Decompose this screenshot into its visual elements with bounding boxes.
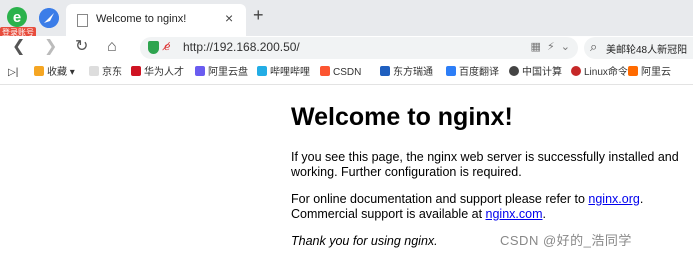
bookmark-item[interactable]: 阿里云盘 <box>195 66 248 80</box>
intro-paragraph: If you see this page, the nginx web serv… <box>291 150 679 179</box>
sidebar-toggle-icon[interactable]: ▷| <box>8 66 18 80</box>
home-icon[interactable]: ⌂ <box>107 36 117 58</box>
watermark: CSDN @好的_浩同学 <box>500 233 632 248</box>
support-paragraph: For online documentation and support ple… <box>291 192 644 221</box>
aliyun-icon <box>628 66 638 76</box>
toolbar: ❮ ❯ ↻ ⌂ ℯ̸ http://192.168.200.50/ ▦ ⚡ ⌄ … <box>0 36 693 60</box>
address-bar[interactable]: ℯ̸ http://192.168.200.50/ ▦ ⚡ ⌄ <box>140 37 578 59</box>
aliyun-drive-icon <box>195 66 205 76</box>
dongfang-icon <box>380 66 390 76</box>
bookmark-item[interactable]: 阿里云 <box>628 66 671 80</box>
page-icon <box>77 14 88 27</box>
csdn-icon <box>320 66 330 76</box>
bookmark-item[interactable]: CSDN <box>320 66 361 80</box>
tab-title: Welcome to nginx! <box>96 13 187 25</box>
bookmark-item[interactable]: 京东 <box>89 66 122 80</box>
url-text[interactable]: http://192.168.200.50/ <box>183 40 300 54</box>
browser-logo-icon[interactable]: e <box>6 6 28 28</box>
bookmarks-bar: ▷| 收藏 ▾ 京东 华为人才 阿里云盘 哔哩哔哩 CSDN 东方瑞通 百度翻译… <box>0 62 693 85</box>
globe-icon <box>509 66 519 76</box>
search-icon: ⌕ <box>590 39 598 54</box>
back-icon[interactable]: ❮ <box>12 36 25 58</box>
address-tools-icons[interactable]: ▦ ⚡ ⌄ <box>530 40 570 53</box>
close-tab-icon[interactable]: × <box>225 10 233 26</box>
forward-icon[interactable]: ❯ <box>44 36 57 58</box>
svg-text:e: e <box>13 9 21 26</box>
nginx-org-link[interactable]: nginx.org <box>588 192 639 206</box>
baidu-translate-icon <box>446 66 456 76</box>
new-tab-button[interactable]: + <box>253 5 264 26</box>
search-box[interactable]: ⌕ 美邮轮48人新冠阳 <box>584 37 693 59</box>
security-shield-icon[interactable] <box>148 41 159 54</box>
page-icon <box>89 66 99 76</box>
reload-icon[interactable]: ↻ <box>75 36 88 58</box>
bookmark-item[interactable]: 百度翻译 <box>446 66 499 80</box>
star-icon <box>34 66 44 76</box>
linux-icon <box>571 66 581 76</box>
bookmark-item[interactable]: 东方瑞通 <box>380 66 433 80</box>
search-text[interactable]: 美邮轮48人新冠阳 <box>606 41 687 56</box>
bookmark-item[interactable]: Linux命令 <box>571 66 628 80</box>
bilibili-icon <box>257 66 267 76</box>
tab-strip: e 登录账号 Welcome to nginx! × + <box>0 0 693 38</box>
tab-active[interactable]: Welcome to nginx! × <box>66 4 246 36</box>
not-secure-icon[interactable]: ℯ̸ <box>164 40 171 53</box>
nginx-com-link[interactable]: nginx.com <box>486 207 543 221</box>
bookmark-item[interactable]: 哔哩哔哩 <box>257 66 310 80</box>
bookmark-item[interactable]: 中国计算 <box>509 66 562 80</box>
bookmark-item[interactable]: 收藏 ▾ <box>34 66 75 80</box>
compass-icon[interactable] <box>39 8 59 28</box>
huawei-icon <box>131 66 141 76</box>
bookmark-item[interactable]: 华为人才 <box>131 66 184 80</box>
page-title: Welcome to nginx! <box>291 103 513 131</box>
